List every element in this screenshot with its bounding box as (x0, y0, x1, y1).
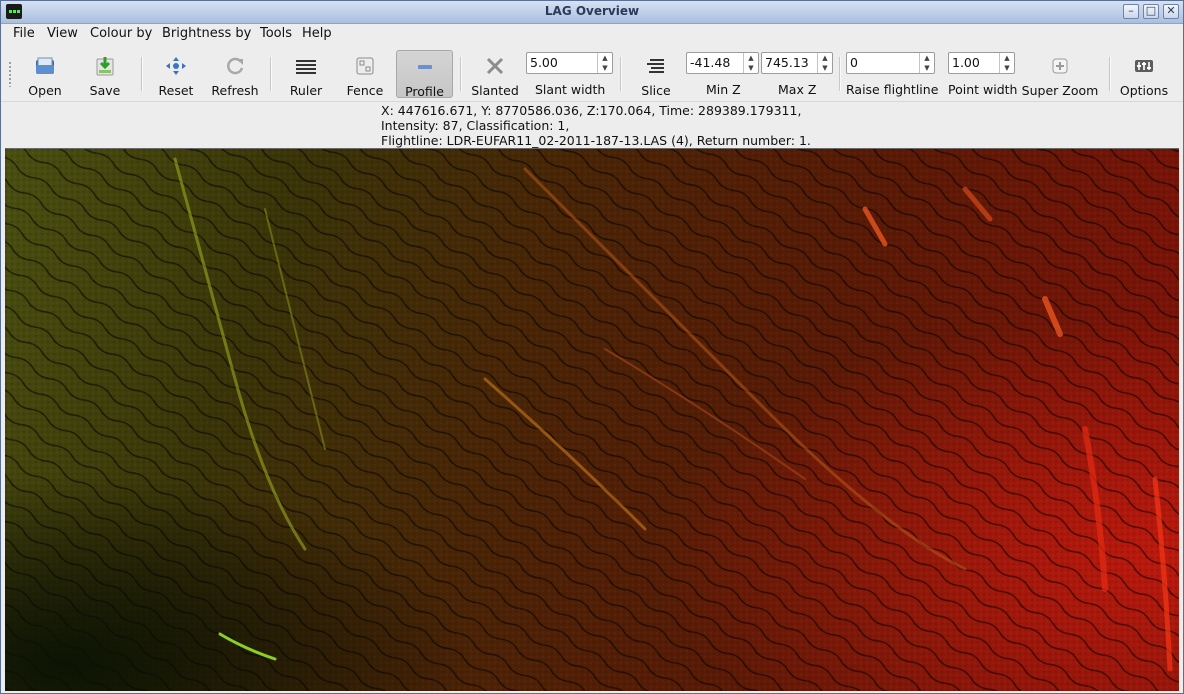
terrain-shadow (5, 149, 1179, 691)
reset-icon (166, 57, 186, 75)
spin-up-icon[interactable]: ▲ (1000, 53, 1014, 63)
spin-up-icon[interactable]: ▲ (920, 53, 934, 63)
point-info-panel: X: 447616.671, Y: 8770586.036, Z:170.064… (381, 103, 811, 148)
toolbar-separator (1109, 57, 1111, 91)
spin-down-icon[interactable]: ▼ (920, 63, 934, 73)
max-z-spinbox[interactable]: ▲▼ (761, 52, 833, 74)
options-icon (1135, 60, 1153, 72)
fence-label: Fence (346, 83, 384, 98)
spin-down-icon[interactable]: ▼ (744, 63, 758, 73)
window-title: LAG Overview (544, 4, 640, 18)
menu-view[interactable]: View (45, 26, 80, 41)
raise-flightline-input[interactable] (850, 55, 915, 70)
slanted-label: Slanted (471, 83, 519, 98)
open-label: Open (28, 83, 62, 98)
options-button[interactable]: Options (1117, 50, 1171, 98)
point-info-coordinates: X: 447616.671, Y: 8770586.036, Z:170.064… (381, 103, 802, 118)
app-window: LAG Overview – □ ✕ File View Colour by B… (0, 0, 1184, 694)
super-zoom-button[interactable]: Super Zoom (1019, 50, 1101, 98)
toolbar-grip[interactable] (8, 61, 12, 87)
toolbar-separator (270, 57, 272, 91)
max-z-input[interactable] (765, 55, 813, 70)
min-z-stepper[interactable]: ▲ ▼ (743, 53, 758, 73)
save-icon (96, 57, 114, 76)
spin-up-icon[interactable]: ▲ (818, 53, 832, 63)
raise-flightline-spinbox[interactable]: ▲▼ (846, 52, 935, 74)
min-z-label: Min Z (706, 82, 741, 97)
spin-down-icon[interactable]: ▼ (1000, 63, 1014, 73)
slice-button[interactable]: Slice (631, 50, 681, 98)
spin-up-icon[interactable]: ▲ (744, 53, 758, 63)
refresh-label: Refresh (211, 83, 259, 98)
raise-flightline-stepper[interactable]: ▲ ▼ (919, 53, 934, 73)
point-width-stepper[interactable]: ▲ ▼ (999, 53, 1014, 73)
menu-file[interactable]: File (11, 26, 37, 41)
profile-button[interactable]: Profile (396, 50, 453, 99)
slice-label: Slice (641, 83, 671, 98)
slant-width-spinbox[interactable]: ▲▼ (526, 52, 613, 74)
point-info-flightline: Flightline: LDR-EUFAR11_02-2011-187-13.L… (381, 133, 811, 148)
slice-icon (647, 59, 664, 73)
ruler-label: Ruler (289, 83, 323, 98)
reset-button[interactable]: Reset (150, 50, 202, 98)
point-width-input[interactable] (952, 55, 995, 70)
save-button[interactable]: Save (79, 50, 131, 98)
slant-width-input[interactable] (530, 55, 593, 70)
slanted-icon (486, 57, 504, 75)
super-zoom-label: Super Zoom (1021, 83, 1099, 98)
point-width-label: Point width (948, 82, 1018, 97)
max-z-label: Max Z (778, 82, 817, 97)
ruler-icon (296, 60, 316, 74)
spin-down-icon[interactable]: ▼ (818, 63, 832, 73)
slanted-button[interactable]: Slanted (467, 50, 523, 98)
min-z-input[interactable] (690, 55, 739, 70)
maximize-button[interactable]: □ (1143, 4, 1159, 19)
point-width-spinbox[interactable]: ▲▼ (948, 52, 1015, 74)
spin-down-icon[interactable]: ▼ (598, 63, 612, 73)
open-button[interactable]: Open (19, 50, 71, 98)
minimize-button[interactable]: – (1123, 4, 1139, 19)
menu-bar: File View Colour by Brightness by Tools … (1, 24, 1183, 45)
slant-width-label: Slant width (535, 82, 606, 97)
toolbar-separator (839, 57, 841, 91)
menu-brightness-by[interactable]: Brightness by (160, 26, 253, 41)
open-icon (36, 57, 54, 74)
refresh-button[interactable]: Refresh (207, 50, 263, 98)
lidar-point-cloud-view[interactable] (5, 148, 1179, 691)
menu-help[interactable]: Help (300, 26, 334, 41)
main-toolbar: Open Save Reset Refresh Ruler Fence Prof… (1, 47, 1183, 102)
save-label: Save (89, 83, 121, 98)
super-zoom-icon (1052, 58, 1068, 74)
close-button[interactable]: ✕ (1163, 4, 1179, 19)
spin-up-icon[interactable]: ▲ (598, 53, 612, 63)
menu-tools[interactable]: Tools (258, 26, 294, 41)
title-bar[interactable]: LAG Overview – □ ✕ (1, 1, 1183, 24)
min-z-spinbox[interactable]: ▲▼ (686, 52, 759, 74)
toolbar-separator (141, 57, 143, 91)
reset-label: Reset (158, 83, 194, 98)
menu-colour-by[interactable]: Colour by (88, 26, 154, 41)
point-cloud-canvas[interactable] (5, 149, 1179, 691)
point-info-intensity: Intensity: 87, Classification: 1, (381, 118, 570, 133)
fence-icon (356, 57, 374, 75)
options-label: Options (1119, 83, 1169, 98)
profile-icon (417, 65, 432, 69)
ruler-button[interactable]: Ruler (280, 50, 332, 98)
refresh-icon (227, 57, 244, 75)
max-z-stepper[interactable]: ▲ ▼ (817, 53, 832, 73)
fence-button[interactable]: Fence (339, 50, 391, 98)
slant-width-stepper[interactable]: ▲ ▼ (597, 53, 612, 73)
raise-flightline-label: Raise flightline (846, 82, 939, 97)
toolbar-separator (460, 57, 462, 91)
toolbar-separator (620, 57, 622, 91)
profile-label: Profile (405, 84, 444, 99)
